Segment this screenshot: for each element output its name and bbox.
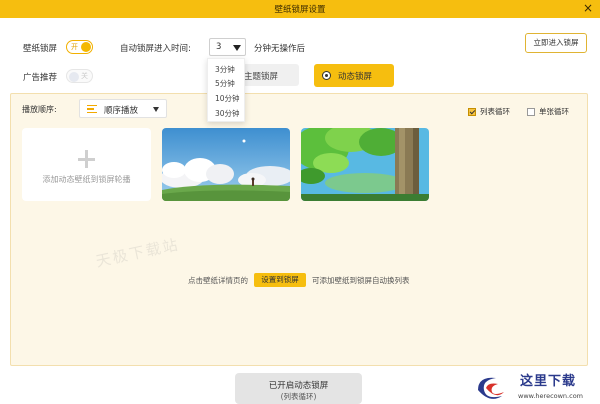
auto-lock-label: 自动锁屏进入时间: [120, 44, 191, 54]
wallpaper-lock-label: 壁纸锁屏 [23, 44, 58, 54]
swirl-logo-icon [478, 377, 504, 399]
list-loop-checkbox[interactable] [468, 108, 476, 116]
dynamic-lock-status-button[interactable]: 已开启动态锁屏 (列表循环) [235, 373, 362, 404]
wallpaper-lock-toggle[interactable]: 开 [66, 40, 93, 54]
hint-prefix: 点击壁纸详情页的 [188, 276, 248, 285]
dropdown-option[interactable]: 30分钟 [215, 108, 240, 119]
auto-lock-select[interactable]: 3 [209, 38, 246, 56]
tab-theme-lock[interactable]: 主题锁屏 [237, 64, 299, 86]
order-select[interactable]: 顺序播放 [79, 99, 167, 118]
wallpaper-thumbnail[interactable] [162, 128, 290, 201]
ads-toggle[interactable]: 关 [66, 69, 93, 83]
order-label: 播放顺序: [22, 105, 57, 114]
status-line-1: 已开启动态锁屏 [268, 381, 329, 391]
set-to-lock-button[interactable]: 设置到锁屏 [254, 273, 306, 287]
site-logo: 这里下载 www.herecown.com [468, 370, 600, 404]
list-order-icon [87, 105, 97, 113]
logo-brand-text: 这里下载 [520, 374, 577, 389]
toggle-knob [81, 42, 91, 52]
dropdown-option[interactable]: 3分钟 [215, 64, 235, 75]
chevron-down-icon [153, 107, 159, 112]
order-value: 顺序播放 [104, 106, 139, 116]
chevron-down-icon [233, 45, 241, 51]
auto-lock-dropdown: 3分钟 5分钟 10分钟 30分钟 [207, 58, 245, 122]
title-bar: 壁纸锁屏设置 × [0, 0, 600, 18]
dropdown-option[interactable]: 5分钟 [215, 78, 235, 89]
auto-lock-suffix: 分钟无操作后 [254, 44, 306, 54]
single-loop-label: 单张循环 [539, 107, 569, 116]
toggle-knob [69, 71, 79, 82]
close-icon[interactable]: × [583, 1, 593, 15]
ads-label: 广告推荐 [23, 73, 58, 83]
tab-theme-label: 主题锁屏 [244, 72, 279, 82]
logo-url-text: www.herecown.com [518, 392, 583, 400]
toggle-text: 关 [81, 72, 88, 80]
dropdown-option[interactable]: 10分钟 [215, 93, 240, 104]
status-line-2: (列表循环) [280, 392, 317, 401]
tab-dynamic-lock[interactable]: 动态锁屏 [314, 64, 394, 87]
hint-suffix: 可添加壁纸到锁屏自动换列表 [312, 276, 410, 285]
tree-leaves-image [301, 128, 429, 201]
tab-dynamic-label: 动态锁屏 [338, 72, 373, 82]
list-loop-label: 列表循环 [480, 107, 510, 116]
radio-selected-icon [322, 71, 331, 80]
sky-meadow-image [162, 128, 290, 201]
toggle-text: 开 [71, 43, 78, 51]
wallpaper-thumbnail[interactable] [301, 128, 429, 201]
plus-icon-bar [78, 158, 95, 161]
add-card-text: 添加动态壁纸到锁屏轮播 [42, 175, 131, 184]
window-title: 壁纸锁屏设置 [274, 5, 326, 15]
add-wallpaper-card[interactable]: 添加动态壁纸到锁屏轮播 [22, 128, 151, 201]
lock-now-button[interactable]: 立即进入锁屏 [525, 33, 587, 53]
auto-lock-value: 3 [216, 42, 222, 52]
single-loop-checkbox[interactable] [527, 108, 535, 116]
